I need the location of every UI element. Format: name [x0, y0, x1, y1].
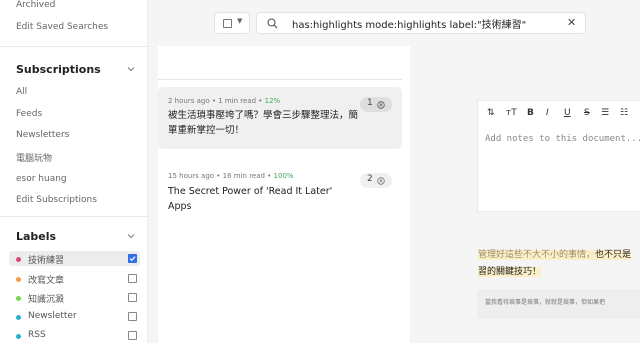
- label-color-dot: [16, 314, 21, 320]
- label-item[interactable]: Newsletter: [9, 309, 140, 324]
- sidebar-item-subscription-2[interactable]: esor huang: [16, 174, 67, 184]
- labels-collapse-icon[interactable]: [125, 230, 137, 242]
- label-item[interactable]: 知識沉澱: [9, 290, 140, 305]
- sidebar-item-all[interactable]: All: [16, 87, 27, 97]
- quote-text: 當我看待瑣事是瑣事，就就是瑣事，但如果把: [485, 299, 606, 306]
- label-checkbox[interactable]: [128, 274, 137, 283]
- highlight-quote-card[interactable]: 當我看待瑣事是瑣事，就就是瑣事，但如果把: [477, 289, 640, 319]
- list-divider: [158, 79, 402, 80]
- search-input[interactable]: has:highlights mode:highlights label:"技術…: [256, 12, 586, 34]
- sidebar-item-subscription-1[interactable]: 電腦玩物: [16, 151, 52, 164]
- highlight-text: 也不只是: [595, 250, 632, 260]
- select-all-checkbox[interactable]: [223, 19, 232, 28]
- reading-progress: 100%: [273, 172, 294, 180]
- label-item[interactable]: RSS: [9, 328, 140, 343]
- label-color-dot: [16, 333, 21, 339]
- labels-heading: Labels: [16, 230, 57, 243]
- format-toggle-icon[interactable]: ⇅: [487, 108, 495, 118]
- label-color-dot: [16, 295, 21, 301]
- notes-editor[interactable]: ⇅ тT B I U S ☰ ☷ Add notes to this docum…: [477, 100, 640, 212]
- label-item[interactable]: 改寫文章: [9, 271, 140, 286]
- sidebar-divider: [0, 46, 147, 47]
- clear-search-icon[interactable]: ✕: [567, 16, 576, 29]
- card-title: 被生活瑣事壓垮了嗎？學會三步驟整理法，簡單重新掌控一切！: [168, 110, 359, 136]
- search-icon: [267, 18, 278, 29]
- label-checkbox[interactable]: [128, 293, 137, 302]
- sidebar-item-edit-saved-searches[interactable]: Edit Saved Searches: [16, 22, 108, 32]
- highlight-line[interactable]: 習的關鍵技巧！: [478, 264, 542, 277]
- sidebar-item-newsletters[interactable]: Newsletters: [16, 130, 69, 140]
- label-color-dot: [16, 276, 21, 282]
- strikethrough-icon[interactable]: S: [584, 108, 590, 118]
- underline-icon[interactable]: U: [564, 108, 571, 118]
- card-meta: 2 hours ago • 1 min read • 12%: [168, 97, 281, 105]
- notes-placeholder: Add notes to this document...: [485, 134, 640, 144]
- highlight-count-badge: 2: [360, 173, 392, 188]
- document-card[interactable]: 2 hours ago • 1 min read • 12% 被生活瑣事壓垮了嗎…: [158, 87, 402, 149]
- label-checkbox[interactable]: [128, 254, 137, 263]
- italic-icon[interactable]: I: [546, 108, 549, 118]
- bold-icon[interactable]: B: [527, 108, 534, 118]
- label-name: RSS: [28, 329, 46, 340]
- sidebar-divider: [0, 216, 147, 217]
- label-item[interactable]: 技術練習: [9, 251, 140, 266]
- subscriptions-heading: Subscriptions: [16, 63, 101, 76]
- label-name: 知識沉澱: [28, 294, 65, 305]
- highlight-text: 習的關鍵技巧！: [478, 267, 542, 277]
- sidebar-item-edit-subscriptions[interactable]: Edit Subscriptions: [16, 195, 97, 205]
- highlight-text-muted: 管理好這些不大不小的事情，: [478, 250, 596, 260]
- label-name: 改寫文章: [28, 275, 65, 286]
- label-checkbox[interactable]: [128, 331, 137, 340]
- search-query[interactable]: has:highlights mode:highlights label:"技術…: [292, 16, 526, 31]
- card-meta: 15 hours ago • 16 min read • 100%: [168, 172, 294, 180]
- label-name: 技術練習: [28, 255, 65, 266]
- highlight-icon: [377, 176, 385, 185]
- card-title: The Secret Power of 'Read It Later' Apps: [168, 186, 333, 212]
- numbered-list-icon[interactable]: ☷: [620, 108, 628, 118]
- label-name: Newsletter: [28, 310, 77, 321]
- highlight-line[interactable]: 管理好這些不大不小的事情，也不只是: [478, 247, 632, 260]
- highlight-count-badge: 1: [360, 97, 392, 112]
- sidebar-item-archived[interactable]: Archived: [16, 0, 55, 10]
- bullet-list-icon[interactable]: ☰: [601, 108, 609, 118]
- document-card[interactable]: 15 hours ago • 16 min read • 100% The Se…: [158, 162, 402, 222]
- select-all-button[interactable]: ▼: [214, 12, 250, 34]
- text-size-icon[interactable]: тT: [506, 108, 517, 118]
- label-checkbox[interactable]: [128, 312, 137, 321]
- subscriptions-collapse-icon[interactable]: [125, 63, 137, 75]
- sidebar: Archived Edit Saved Searches Subscriptio…: [0, 0, 148, 343]
- panel-gutter: [410, 46, 415, 343]
- reading-progress: 12%: [264, 97, 281, 105]
- highlight-icon: [377, 100, 385, 109]
- chevron-down-icon: ▼: [237, 17, 243, 25]
- sidebar-item-feeds[interactable]: Feeds: [16, 109, 42, 119]
- label-color-dot: [16, 256, 21, 262]
- document-list: 2 hours ago • 1 min read • 12% 被生活瑣事壓垮了嗎…: [158, 46, 410, 343]
